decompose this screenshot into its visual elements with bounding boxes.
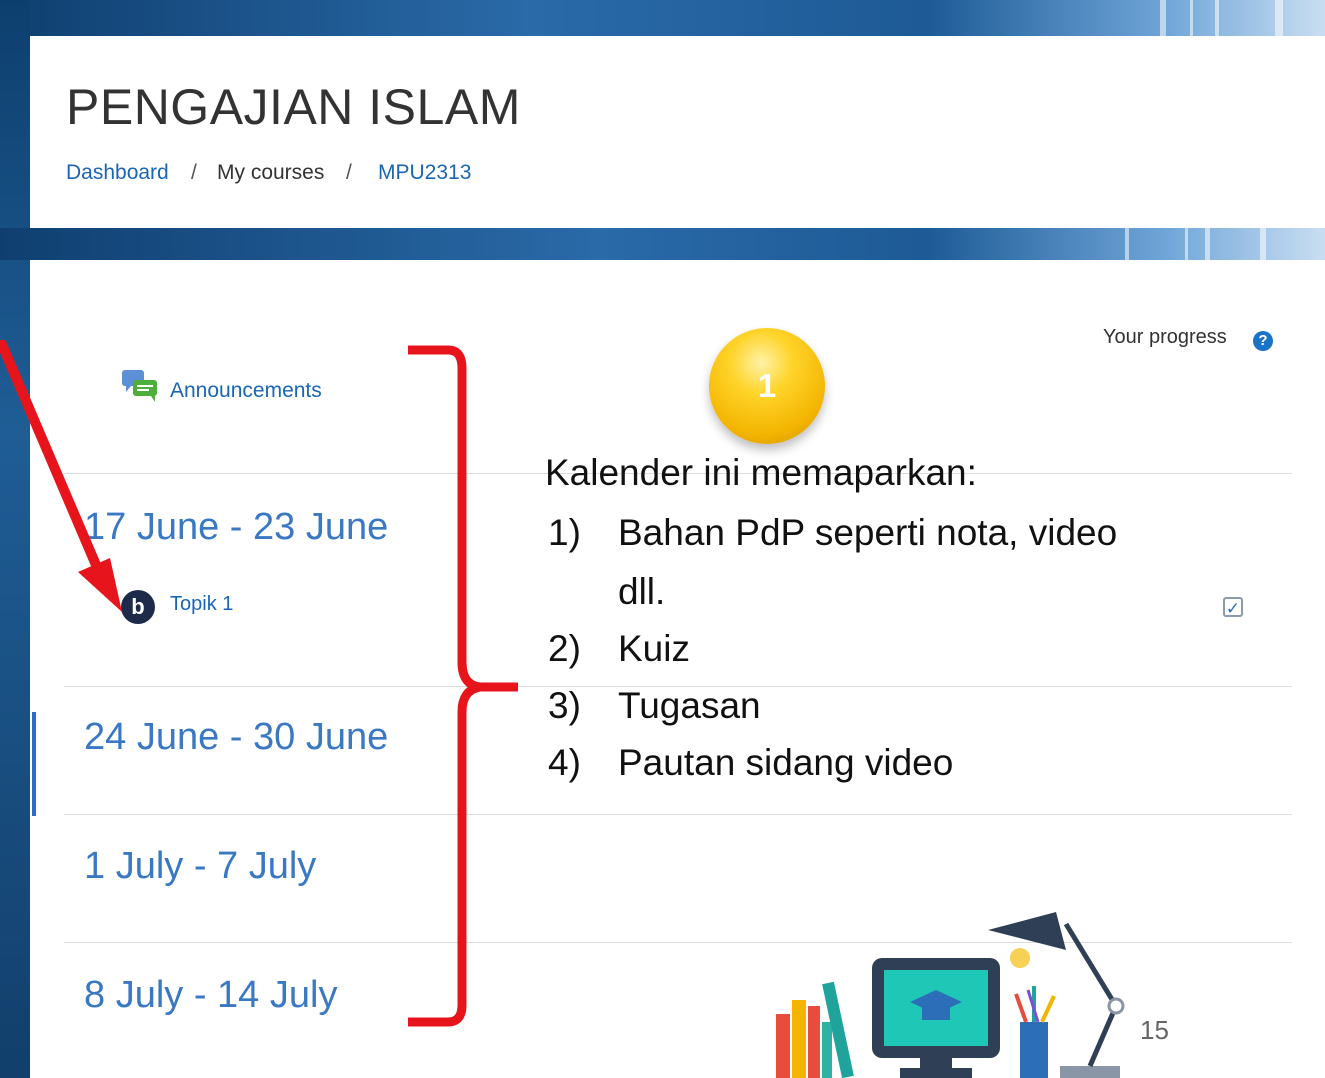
- completion-checkbox[interactable]: ✓: [1223, 597, 1243, 618]
- annotation-arrow: [0, 340, 122, 612]
- callout-item-number: 2): [548, 628, 581, 669]
- annotation-brace: [408, 345, 518, 1027]
- callout-item-number: 4): [548, 742, 581, 783]
- current-week-indicator: [32, 712, 36, 816]
- callout-item-number: 1): [548, 512, 581, 553]
- question-circle-icon[interactable]: ?: [1253, 331, 1273, 351]
- callout-item-text: Kuiz: [618, 628, 690, 669]
- step-number-badge: 1: [709, 328, 825, 444]
- breadcrumb-course-code[interactable]: MPU2313: [378, 161, 471, 185]
- page-title: PENGAJIAN ISLAM: [66, 79, 521, 135]
- breadcrumb-separator: /: [191, 161, 197, 184]
- education-clipart: [776, 912, 1125, 1078]
- callout-item-text: Pautan sidang video: [618, 742, 954, 783]
- callout-item-number: 3): [548, 685, 581, 726]
- slide-number: 15: [1140, 1015, 1169, 1045]
- callout-item-text-cont: dll.: [618, 571, 666, 612]
- section-divider: [64, 814, 1292, 815]
- breadcrumb-my-courses[interactable]: My courses: [217, 161, 324, 185]
- top-banner: [0, 0, 1325, 36]
- announcements-link[interactable]: Announcements: [170, 379, 322, 403]
- breadcrumb-dashboard[interactable]: Dashboard: [66, 161, 169, 185]
- week-section-title[interactable]: 24 June - 30 June: [84, 716, 388, 759]
- header-divider-band: [0, 228, 1325, 260]
- callout-intro: Kalender ini memaparkan:: [545, 452, 977, 493]
- callout-item-text: Bahan PdP seperti nota, video: [618, 512, 1118, 553]
- week-section-title[interactable]: 1 July - 7 July: [84, 845, 316, 888]
- activity-link-topik-1[interactable]: Topik 1: [170, 593, 233, 616]
- progress-label: Your progress: [1103, 326, 1227, 348]
- breadcrumb-separator: /: [346, 161, 352, 184]
- week-section-title[interactable]: 8 July - 14 July: [84, 974, 337, 1017]
- callout-item-text: Tugasan: [618, 685, 761, 726]
